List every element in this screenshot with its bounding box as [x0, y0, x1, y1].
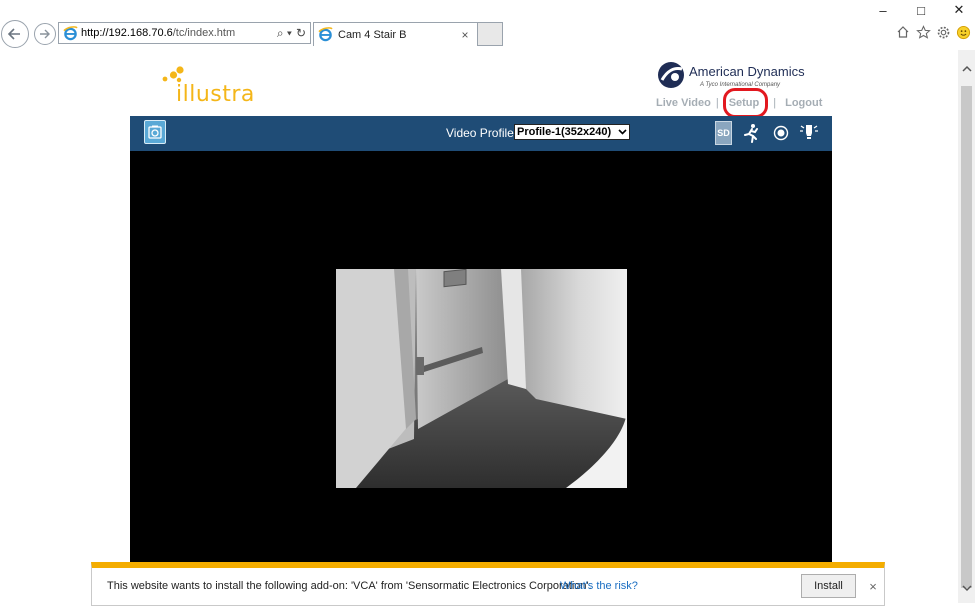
- star-icon[interactable]: [915, 24, 931, 40]
- addon-notification-bar: This website wants to install the follow…: [91, 562, 885, 606]
- snapshot-button[interactable]: [144, 120, 166, 144]
- gear-icon[interactable]: [935, 24, 951, 40]
- video-profile-label: Video Profile: [446, 126, 514, 140]
- forward-button[interactable]: [34, 23, 56, 45]
- install-button[interactable]: Install: [801, 574, 856, 598]
- url-text[interactable]: http://192.168.70.6/tc/index.htm: [81, 27, 277, 39]
- live-video-link[interactable]: Live Video: [656, 97, 711, 109]
- minimize-button[interactable]: –: [874, 2, 892, 18]
- tab-title: Cam 4 Stair B: [338, 28, 407, 41]
- tab-close-button[interactable]: ×: [457, 28, 473, 42]
- back-arrow-icon: [7, 28, 20, 40]
- setup-highlight-annotation: [723, 88, 768, 118]
- video-area[interactable]: [130, 151, 832, 565]
- close-window-button[interactable]: ✕: [950, 2, 968, 18]
- video-profile-value: Profile-1(352x240): [517, 126, 612, 138]
- smiley-icon[interactable]: [955, 24, 971, 40]
- company-name: American Dynamics: [689, 64, 805, 79]
- forward-arrow-icon: [40, 29, 50, 39]
- camera-icon: [148, 125, 162, 139]
- scroll-up-button[interactable]: [958, 60, 975, 77]
- illustra-wordmark: illustra: [176, 82, 255, 107]
- scroll-thumb[interactable]: [961, 86, 972, 588]
- chevron-down-icon: [616, 125, 628, 139]
- address-bar[interactable]: http://192.168.70.6/tc/index.htm ⌕ ▾ ↻: [58, 22, 311, 44]
- video-profile-select[interactable]: Profile-1(352x240): [514, 124, 630, 140]
- new-tab-button[interactable]: [478, 22, 503, 46]
- chevron-up-icon: [961, 65, 972, 72]
- camera-video-feed[interactable]: [336, 269, 627, 488]
- nav-separator: |: [773, 97, 777, 109]
- notification-message: This website wants to install the follow…: [107, 580, 592, 592]
- light-bulb-icon[interactable]: [798, 121, 820, 145]
- stairwell-scene-image: [336, 269, 627, 488]
- browser-window: – □ ✕ http://192.168.70.6/tc/index.htm ⌕…: [0, 0, 975, 607]
- vertical-scrollbar[interactable]: [958, 50, 975, 603]
- url-host: http://192.168.70.6: [81, 27, 173, 39]
- url-path: /tc/index.htm: [172, 27, 236, 39]
- back-button[interactable]: [1, 20, 29, 48]
- logout-link[interactable]: Logout: [785, 97, 822, 109]
- video-toolbar: Video Profile Profile-1(352x240) SD: [130, 116, 832, 151]
- tab-ie-icon: [317, 27, 333, 43]
- record-icon[interactable]: [773, 121, 789, 145]
- american-dynamics-logo-icon: [656, 60, 686, 90]
- running-person-icon[interactable]: [742, 121, 760, 145]
- notification-close-button[interactable]: ×: [866, 578, 880, 594]
- home-icon[interactable]: [895, 24, 911, 40]
- whats-the-risk-link[interactable]: What's the risk?: [560, 580, 638, 592]
- search-dropdown-icon[interactable]: ⌕ ▾: [277, 26, 292, 41]
- scroll-down-button[interactable]: [958, 580, 975, 597]
- ie-page-icon: [62, 25, 78, 41]
- refresh-icon[interactable]: ↻: [296, 26, 306, 40]
- chevron-down-icon: [961, 585, 972, 592]
- maximize-button[interactable]: □: [912, 2, 930, 18]
- nav-separator: |: [715, 97, 719, 109]
- browser-tab[interactable]: Cam 4 Stair B ×: [313, 22, 478, 46]
- sd-badge[interactable]: SD: [715, 121, 732, 145]
